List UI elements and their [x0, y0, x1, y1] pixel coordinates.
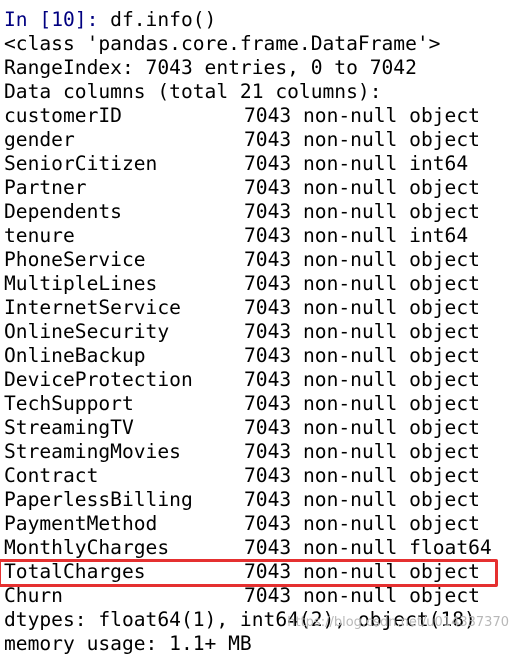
- column-name: gender: [4, 128, 75, 151]
- column-row: InternetService 7043 non-null object: [4, 296, 517, 320]
- column-info: 7043 non-null object: [244, 488, 480, 511]
- column-row: PhoneService 7043 non-null object: [4, 248, 517, 272]
- column-info: 7043 non-null object: [244, 176, 480, 199]
- column-info: 7043 non-null object: [244, 392, 480, 415]
- column-info: 7043 non-null float64: [244, 536, 492, 559]
- column-info: 7043 non-null object: [244, 104, 480, 127]
- column-row: MonthlyCharges 7043 non-null float64: [4, 536, 517, 560]
- column-row: Dependents 7043 non-null object: [4, 200, 517, 224]
- column-row: Churn 7043 non-null object: [4, 584, 517, 608]
- column-row: gender 7043 non-null object: [4, 128, 517, 152]
- column-name: Dependents: [4, 200, 122, 223]
- range-index-line: RangeIndex: 7043 entries, 0 to 7042: [4, 56, 417, 79]
- column-name: MonthlyCharges: [4, 536, 170, 559]
- prompt-end: ]:: [74, 8, 111, 31]
- column-name: StreamingMovies: [4, 440, 181, 463]
- console-output: In [10]: df.info() <class 'pandas.core.f…: [0, 8, 517, 656]
- column-info: 7043 non-null object: [244, 296, 480, 319]
- column-name: tenure: [4, 224, 75, 247]
- column-row: DeviceProtection 7043 non-null object: [4, 368, 517, 392]
- column-list: customerID 7043 non-null object gender 7043…: [0, 104, 517, 608]
- column-info: 7043 non-null int64: [244, 224, 469, 247]
- column-info: 7043 non-null object: [244, 368, 480, 391]
- watermark: https://blog.csdn.net/u014337370: [287, 615, 509, 630]
- column-name: SeniorCitizen: [4, 152, 158, 175]
- column-info: 7043 non-null object: [244, 344, 480, 367]
- column-name: TechSupport: [4, 392, 134, 415]
- column-name: TotalCharges: [4, 560, 146, 583]
- memory-usage-line: memory usage: 1.1+ MB: [4, 632, 252, 655]
- column-row: Contract 7043 non-null object: [4, 464, 517, 488]
- column-info: 7043 non-null object: [244, 512, 480, 535]
- column-row: OnlineSecurity 7043 non-null object: [4, 320, 517, 344]
- column-row: PaperlessBilling 7043 non-null object: [4, 488, 517, 512]
- class-line: <class 'pandas.core.frame.DataFrame'>: [4, 32, 441, 55]
- column-name: customerID: [4, 104, 122, 127]
- column-info: 7043 non-null object: [244, 416, 480, 439]
- column-info: 7043 non-null object: [244, 128, 480, 151]
- column-name: OnlineSecurity: [4, 320, 170, 343]
- column-row: StreamingMovies 7043 non-null object: [4, 440, 517, 464]
- column-name: PaperlessBilling: [4, 488, 193, 511]
- column-row: TechSupport 7043 non-null object: [4, 392, 517, 416]
- column-name: InternetService: [4, 296, 181, 319]
- column-name: StreamingTV: [4, 416, 134, 439]
- column-name: MultipleLines: [4, 272, 158, 295]
- input-code[interactable]: df.info(): [110, 8, 216, 31]
- column-row: MultipleLines 7043 non-null object: [4, 272, 517, 296]
- column-info: 7043 non-null int64: [244, 152, 469, 175]
- column-name: OnlineBackup: [4, 344, 146, 367]
- column-row: Partner 7043 non-null object: [4, 176, 517, 200]
- column-row: PaymentMethod 7043 non-null object: [4, 512, 517, 536]
- column-row: SeniorCitizen 7043 non-null int64: [4, 152, 517, 176]
- column-name: PhoneService: [4, 248, 146, 271]
- column-info: 7043 non-null object: [244, 272, 480, 295]
- data-columns-header: Data columns (total 21 columns):: [4, 80, 382, 103]
- column-row: StreamingTV 7043 non-null object: [4, 416, 517, 440]
- column-info: 7043 non-null object: [244, 320, 480, 343]
- column-name: Partner: [4, 176, 87, 199]
- column-row-highlighted: TotalCharges 7043 non-null object: [0, 559, 517, 587]
- column-info: 7043 non-null object: [244, 584, 480, 607]
- column-row: customerID 7043 non-null object: [4, 104, 517, 128]
- input-prompt-line: In [10]: df.info(): [4, 8, 517, 32]
- column-info: 7043 non-null object: [244, 200, 480, 223]
- column-row: tenure 7043 non-null int64: [4, 224, 517, 248]
- column-name: PaymentMethod: [4, 512, 158, 535]
- column-row: OnlineBackup 7043 non-null object: [4, 344, 517, 368]
- column-name: DeviceProtection: [4, 368, 193, 391]
- column-info: 7043 non-null object: [244, 440, 480, 463]
- prompt-label: In [: [4, 8, 52, 31]
- column-info: 7043 non-null object: [244, 248, 480, 271]
- prompt-number: 10: [51, 8, 75, 31]
- column-info: 7043 non-null object: [244, 464, 480, 487]
- column-name: Churn: [4, 584, 63, 607]
- column-name: Contract: [4, 464, 99, 487]
- column-info: 7043 non-null object: [244, 560, 480, 583]
